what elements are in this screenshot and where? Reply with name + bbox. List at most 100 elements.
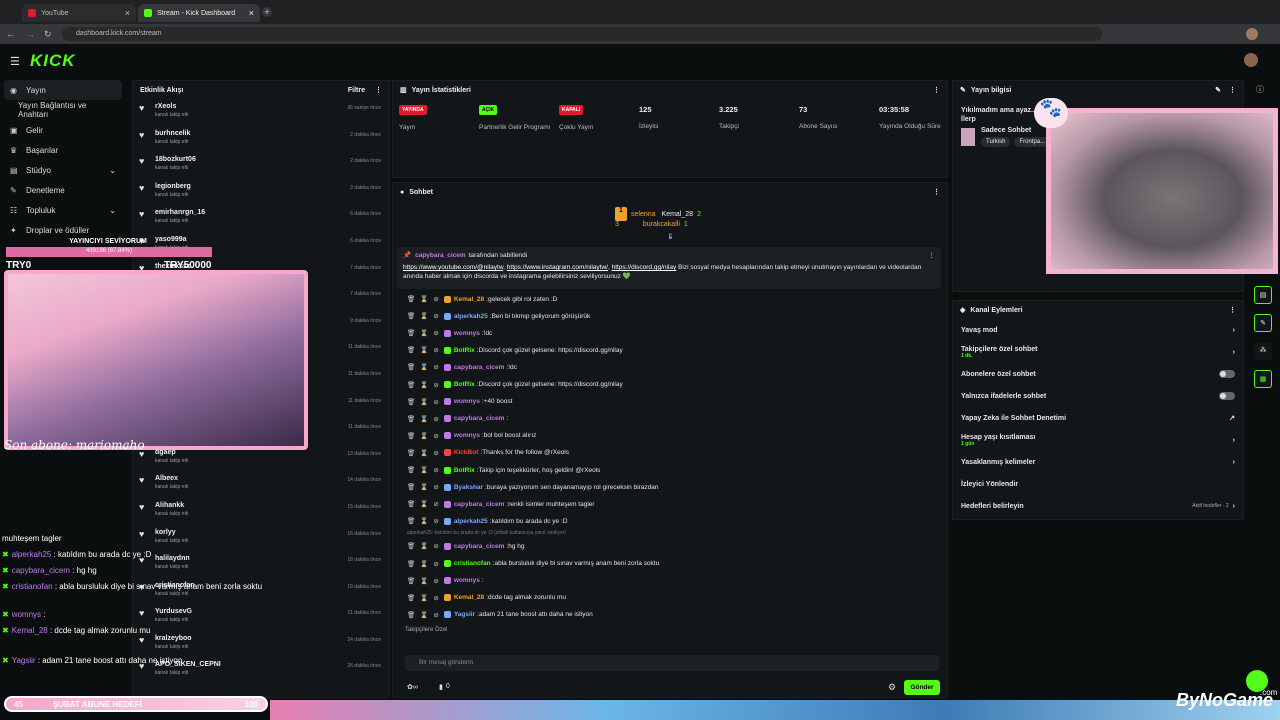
edit-icon[interactable]: ✎ <box>1215 86 1221 94</box>
profile-avatar[interactable] <box>1246 28 1258 40</box>
chat-username[interactable]: capybara_cicem <box>454 501 505 508</box>
ban-icon[interactable]: ⊘ <box>433 312 438 320</box>
more-icon[interactable]: ⋮ <box>375 86 382 94</box>
trash-icon[interactable]: 🗑 <box>407 381 415 389</box>
chat-username[interactable]: cristianofan <box>454 560 491 567</box>
ban-icon[interactable]: ⊘ <box>433 517 438 525</box>
sidebar-item-yayin[interactable]: ◉ Yayın <box>4 80 122 100</box>
chat-username[interactable]: capybara_cicem <box>454 543 505 550</box>
trash-icon[interactable]: 🗑 <box>407 398 415 406</box>
filter-button[interactable]: Filtre <box>348 87 365 94</box>
chat-message[interactable]: 🗑 ⌛ ⊘ womnys: +40 boost <box>407 398 512 406</box>
pinned-link[interactable]: https://discord.gg/nilay <box>612 264 677 271</box>
timeout-icon[interactable]: ⌛ <box>420 381 428 389</box>
chat-username[interactable]: BotRix <box>454 381 475 388</box>
calculator-icon[interactable]: ▦ <box>1254 370 1272 388</box>
more-icon[interactable]: ⋮ <box>1229 306 1236 314</box>
chat-message[interactable]: 🗑 ⌛ ⊘ BotRix: Discord çok güzel gelsene: ht… <box>407 381 623 389</box>
chat-message[interactable]: 🗑 ⌛ ⊘ Yagsiir: adam 21 tane boost attı daha… <box>407 611 593 619</box>
kick-logo[interactable]: KICK <box>30 51 76 71</box>
trash-icon[interactable]: 🗑 <box>407 295 415 303</box>
chat-message[interactable]: 🗑 ⌛ ⊘ Byakshar: buraya yazıyorum sen dayana… <box>407 483 659 491</box>
wrench-icon[interactable]: ✎ <box>1254 314 1272 332</box>
timeout-icon[interactable]: ⌛ <box>420 560 428 568</box>
timeout-icon[interactable]: ⌛ <box>420 466 428 474</box>
forward-icon[interactable]: → <box>26 29 35 39</box>
timeout-icon[interactable]: ⌛ <box>420 594 428 602</box>
sidebar-item-gelir[interactable]: ▣ Gelir <box>0 120 126 140</box>
chat-username[interactable]: capybara_cicem <box>454 415 505 422</box>
channel-action-row[interactable]: Yasaklanmış kelimeler › <box>953 451 1243 473</box>
channel-action-row[interactable]: Yapay Zeka ile Sohbet Denetimi ↗ <box>953 407 1243 429</box>
timeout-icon[interactable]: ⌛ <box>420 577 428 585</box>
chat-bubble-icon[interactable] <box>1246 670 1268 692</box>
chat-message[interactable]: 🗑 ⌛ ⊘ capybara_cicem: renkli isimler muhteş… <box>407 500 595 508</box>
ban-icon[interactable]: ⊘ <box>433 466 438 474</box>
ban-icon[interactable]: ⊘ <box>433 381 438 389</box>
more-icon[interactable]: ⋮ <box>929 251 936 259</box>
ban-icon[interactable]: ⊘ <box>433 329 438 337</box>
trash-icon[interactable]: 🗑 <box>407 415 415 423</box>
close-icon[interactable]: × <box>125 8 130 18</box>
channel-action-row[interactable]: Hedefleri belirleyin Aktif hedefler - 2 › <box>953 495 1243 517</box>
chat-username[interactable]: BotRix <box>454 347 475 354</box>
timeout-icon[interactable]: ⌛ <box>420 398 428 406</box>
chat-username[interactable]: alperkah25 <box>454 313 488 320</box>
close-icon[interactable]: × <box>249 8 254 18</box>
chat-message[interactable]: 🗑 ⌛ ⊘ alperkah25: Ben bi tıkmıp geliyorum g… <box>407 312 590 320</box>
more-icon[interactable]: ⋮ <box>933 86 940 94</box>
chat-message[interactable]: 🗑 ⌛ ⊘ BotRix: Takip için teşekkürler, hoş g… <box>407 466 600 474</box>
chat-message[interactable]: 🗑 ⌛ ⊘ Kemal_28: gelecek gibi rol zaten :D <box>407 295 557 303</box>
chat-username[interactable]: Kemal_28 <box>454 594 484 601</box>
sidebar-item-basarilar[interactable]: ♛ Başarılar <box>0 140 126 160</box>
trash-icon[interactable]: 🗑 <box>407 466 415 474</box>
chevron-down-icon[interactable]: ⇓ <box>667 232 674 241</box>
timeout-icon[interactable]: ⌛ <box>420 363 428 371</box>
sidebar-item-stream-key[interactable]: Yayın Bağlantısı ve Anahtarı <box>0 100 126 120</box>
ban-icon[interactable]: ⊘ <box>433 577 438 585</box>
trash-icon[interactable]: 🗑 <box>407 517 415 525</box>
menu-icon[interactable]: ☰ <box>10 55 20 68</box>
timeout-icon[interactable]: ⌛ <box>420 449 428 457</box>
sidebar-item-topluluk[interactable]: ☷ Topluluk ⌄ <box>0 200 126 220</box>
chat-message[interactable]: 🗑 ⌛ ⊘ womnys: <box>407 577 484 585</box>
trash-icon[interactable]: 🗑 <box>407 594 415 602</box>
ban-icon[interactable]: ⊘ <box>433 398 438 406</box>
timeout-icon[interactable]: ⌛ <box>420 432 428 440</box>
chat-username[interactable]: alperkah25 <box>454 518 488 525</box>
more-icon[interactable]: ⋮ <box>933 188 940 196</box>
chat-username[interactable]: BotRix <box>454 467 475 474</box>
chat-username[interactable]: womnys <box>454 398 480 405</box>
timeout-icon[interactable]: ⌛ <box>420 312 428 320</box>
ban-icon[interactable]: ⊘ <box>433 594 438 602</box>
ban-icon[interactable]: ⊘ <box>433 346 438 354</box>
trash-icon[interactable]: 🗑 <box>407 611 415 619</box>
ban-icon[interactable]: ⊘ <box>433 611 438 619</box>
sidebar-item-studyo[interactable]: ▤ Stüdyo ⌄ <box>0 160 126 180</box>
emote-picker-icon[interactable]: ✿∞ <box>407 683 418 691</box>
ban-icon[interactable]: ⊘ <box>433 295 438 303</box>
ban-icon[interactable]: ⊘ <box>433 483 438 491</box>
ban-icon[interactable]: ⊘ <box>433 363 438 371</box>
channel-action-row[interactable]: Abonelere özel sohbet <box>953 363 1243 385</box>
more-icon[interactable]: ⋮ <box>1229 86 1236 94</box>
chat-message[interactable]: 🗑 ⌛ ⊘ BotRix: Discord çok güzel gelsene: ht… <box>407 346 623 354</box>
pinned-link[interactable]: https://www.youtube.com/@nilaytw <box>403 264 503 271</box>
chat-username[interactable]: capybara_cicem <box>454 364 505 371</box>
ban-icon[interactable]: ⊘ <box>433 449 438 457</box>
chat-message[interactable]: 🗑 ⌛ ⊘ cristianofan: abla bursluluk diye bi … <box>407 560 659 568</box>
avatar[interactable] <box>1244 53 1258 67</box>
timeout-icon[interactable]: ⌛ <box>420 517 428 525</box>
trash-icon[interactable]: 🗑 <box>407 542 415 550</box>
gear-icon[interactable]: ⚙ <box>888 682 896 693</box>
trash-icon[interactable]: 🗑 <box>407 560 415 568</box>
chat-username[interactable]: womnys <box>454 330 480 337</box>
chat-username[interactable]: Yagsiir <box>454 611 475 618</box>
new-tab-button[interactable]: + <box>262 7 272 17</box>
timeout-icon[interactable]: ⌛ <box>420 329 428 337</box>
trash-icon[interactable]: 🗑 <box>407 312 415 320</box>
send-button[interactable]: Gönder <box>904 680 940 695</box>
ban-icon[interactable]: ⊘ <box>433 542 438 550</box>
trash-icon[interactable]: 🗑 <box>407 432 415 440</box>
chat-username[interactable]: womnys <box>454 577 480 584</box>
